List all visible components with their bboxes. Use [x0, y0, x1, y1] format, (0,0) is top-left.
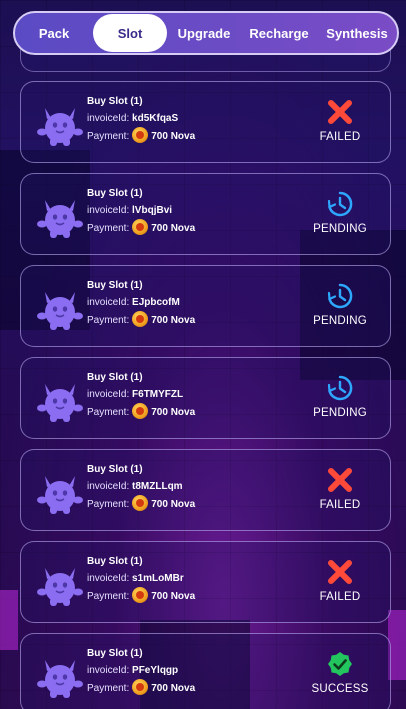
invoice-label: invoiceId:: [87, 297, 130, 308]
transaction-card[interactable]: Buy Slot (1) invoiceId: EJpbcofM Payment…: [20, 265, 391, 347]
monster-avatar-icon: [37, 292, 83, 330]
monster-avatar-icon: [37, 384, 83, 422]
clock-icon: [327, 375, 353, 401]
tab-upgrade[interactable]: Upgrade: [167, 14, 241, 52]
invoice-id: s1mLoMBr: [132, 573, 184, 584]
status-text: PENDING: [313, 407, 367, 419]
status-text: FAILED: [319, 131, 361, 143]
transaction-title: Buy Slot (1): [87, 464, 143, 475]
monster-avatar-icon: [37, 108, 83, 146]
transaction-card[interactable]: Buy Slot (1) invoiceId: t8MZLLqm Payment…: [20, 449, 391, 531]
tab-slot[interactable]: Slot: [93, 14, 167, 52]
x-icon: [328, 100, 352, 124]
payment-amount: 700 Nova: [151, 683, 196, 694]
status-indicator: PENDING: [300, 190, 380, 235]
nova-coin-icon: [132, 219, 149, 235]
nova-coin-icon: [132, 311, 149, 327]
transaction-info: Buy Slot (1) invoiceId: lVbqjBvi Payment…: [87, 185, 195, 237]
transaction-info: Buy Slot (1) invoiceId: PFeYlqgp Payment…: [87, 645, 195, 697]
transaction-info: Buy Slot (1) invoiceId: t8MZLLqm Payment…: [87, 461, 195, 513]
invoice-label: invoiceId:: [87, 205, 130, 216]
x-icon: [328, 560, 352, 584]
status-text: FAILED: [319, 591, 361, 603]
nova-coin-icon: [132, 495, 149, 511]
tab-recharge[interactable]: Recharge: [241, 14, 317, 52]
clock-icon: [327, 283, 353, 309]
invoice-id: kd5KfqaS: [132, 113, 179, 124]
payment-label: Payment:: [87, 131, 130, 142]
transaction-info: Buy Slot (1) invoiceId: kd5KfqaS Payment…: [87, 93, 195, 145]
status-text: PENDING: [313, 223, 367, 235]
transaction-title: Buy Slot (1): [87, 96, 143, 107]
invoice-id: F6TMYFZL: [132, 389, 184, 400]
payment-label: Payment:: [87, 591, 130, 602]
payment-amount: 700 Nova: [151, 223, 196, 234]
status-text: PENDING: [313, 315, 367, 327]
monster-avatar-icon: [37, 660, 83, 698]
invoice-label: invoiceId:: [87, 665, 130, 676]
status-text: FAILED: [319, 499, 361, 511]
invoice-label: invoiceId:: [87, 573, 130, 584]
invoice-id: lVbqjBvi: [132, 205, 173, 216]
transaction-card[interactable]: Buy Slot (1) invoiceId: s1mLoMBr Payment…: [20, 541, 391, 623]
transaction-info: Buy Slot (1) invoiceId: s1mLoMBr Payment…: [87, 553, 195, 605]
payment-label: Payment:: [87, 499, 130, 510]
payment-amount: 700 Nova: [151, 131, 196, 142]
invoice-label: invoiceId:: [87, 113, 130, 124]
payment-label: Payment:: [87, 407, 130, 418]
transaction-title: Buy Slot (1): [87, 280, 143, 291]
invoice-id: PFeYlqgp: [132, 665, 179, 676]
status-indicator: FAILED: [300, 558, 380, 603]
clock-icon: [327, 191, 353, 217]
transaction-info: Buy Slot (1) invoiceId: F6TMYFZL Payment…: [87, 369, 195, 421]
transaction-info: Buy Slot (1) invoiceId: EJpbcofM Payment…: [87, 277, 195, 329]
payment-label: Payment:: [87, 223, 130, 234]
invoice-label: invoiceId:: [87, 389, 130, 400]
monster-avatar-icon: [37, 476, 83, 514]
transaction-title: Buy Slot (1): [87, 372, 143, 383]
transaction-title: Buy Slot (1): [87, 648, 143, 659]
monster-avatar-icon: [37, 568, 83, 606]
transaction-card[interactable]: Buy Slot (1) invoiceId: PFeYlqgp Payment…: [20, 633, 391, 709]
tab-pack[interactable]: Pack: [15, 14, 93, 52]
payment-amount: 700 Nova: [151, 591, 196, 602]
x-icon: [328, 468, 352, 492]
payment-amount: 700 Nova: [151, 407, 196, 418]
transaction-title: Buy Slot (1): [87, 556, 143, 567]
monster-avatar-icon: [37, 200, 83, 238]
background-glow: [0, 590, 18, 650]
tab-synthesis[interactable]: Synthesis: [317, 14, 397, 52]
nova-coin-icon: [132, 587, 149, 603]
invoice-label: invoiceId:: [87, 481, 130, 492]
nova-coin-icon: [132, 127, 149, 143]
tab-bar: Pack Slot Upgrade Recharge Synthesis: [13, 11, 399, 55]
nova-coin-icon: [132, 679, 149, 695]
status-indicator: PENDING: [300, 374, 380, 419]
payment-amount: 700 Nova: [151, 315, 196, 326]
status-text: SUCCESS: [311, 683, 369, 695]
transaction-card[interactable]: Buy Slot (1) invoiceId: F6TMYFZL Payment…: [20, 357, 391, 439]
invoice-id: t8MZLLqm: [132, 481, 183, 492]
transaction-card[interactable]: Buy Slot (1) invoiceId: kd5KfqaS Payment…: [20, 81, 391, 163]
payment-amount: 700 Nova: [151, 499, 196, 510]
status-indicator: FAILED: [300, 466, 380, 511]
status-indicator: FAILED: [300, 98, 380, 143]
payment-label: Payment:: [87, 315, 130, 326]
invoice-id: EJpbcofM: [132, 297, 180, 308]
transaction-card[interactable]: Buy Slot (1) invoiceId: lVbqjBvi Payment…: [20, 173, 391, 255]
nova-coin-icon: [132, 403, 149, 419]
transaction-title: Buy Slot (1): [87, 188, 143, 199]
status-indicator: PENDING: [300, 282, 380, 327]
payment-label: Payment:: [87, 683, 130, 694]
check-badge-icon: [328, 652, 352, 676]
status-indicator: SUCCESS: [300, 650, 380, 695]
